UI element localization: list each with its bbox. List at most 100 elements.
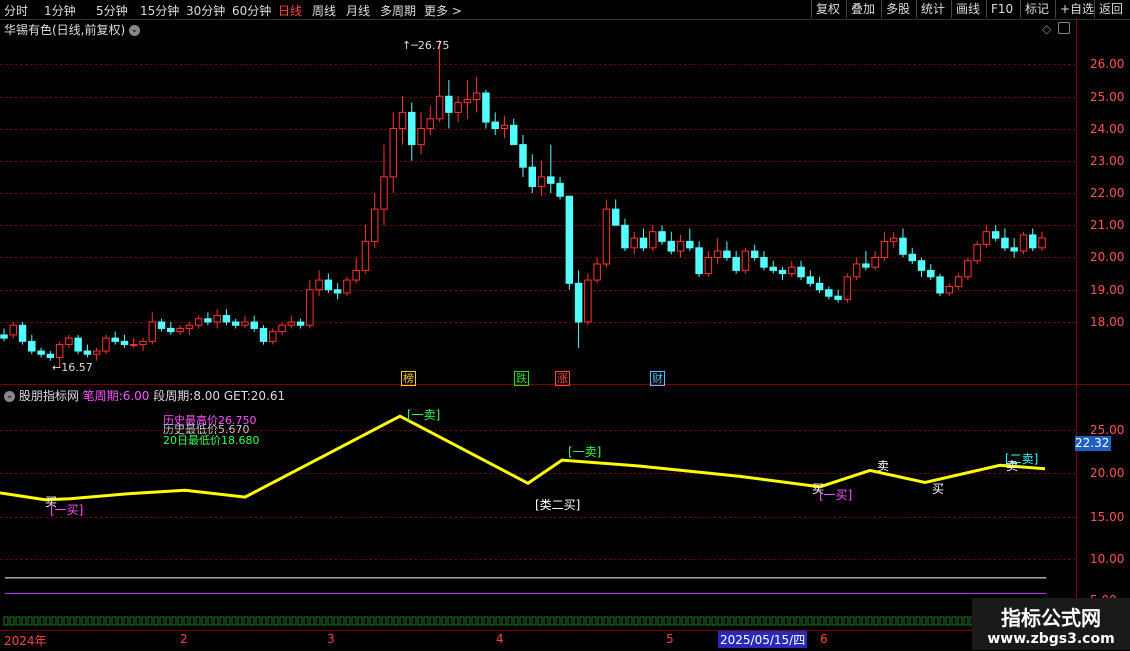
tick-bar xyxy=(453,616,459,626)
tick-bar xyxy=(273,616,279,626)
tick-bar xyxy=(213,616,219,626)
tick-bar xyxy=(447,616,453,626)
tick-bar xyxy=(579,616,585,626)
period-tab-15min[interactable]: 15分钟 xyxy=(140,2,179,19)
tick-bar xyxy=(675,616,681,626)
news-tag-finance[interactable]: 财 xyxy=(650,371,665,386)
date-axis-label: 6 xyxy=(820,632,828,646)
candle xyxy=(741,247,750,274)
candle xyxy=(658,225,666,245)
candle xyxy=(927,263,935,281)
multi-stock-button[interactable]: 多股 xyxy=(881,0,914,18)
candlestick-chart[interactable] xyxy=(0,20,1076,384)
period-tab-intraday[interactable]: 分时 xyxy=(4,2,28,19)
period-tab-daily[interactable]: 日线 xyxy=(278,2,302,19)
period-tab-weekly[interactable]: 周线 xyxy=(312,2,336,19)
low-price-marker: ←16.57 xyxy=(52,361,93,374)
candle xyxy=(750,244,759,261)
tick-bar xyxy=(363,616,369,626)
adjust-button[interactable]: 复权 xyxy=(811,0,844,18)
candle xyxy=(296,318,305,329)
tick-bar xyxy=(909,616,915,626)
period-tab-more[interactable]: 更多 > xyxy=(424,2,462,19)
candle xyxy=(222,309,231,326)
candle xyxy=(306,280,314,329)
candle xyxy=(676,234,685,258)
tick-bar xyxy=(495,616,501,626)
candle xyxy=(398,96,407,145)
candle xyxy=(593,257,601,284)
back-button[interactable]: 返回 xyxy=(1094,0,1127,18)
tick-bar xyxy=(345,616,351,626)
candle xyxy=(37,347,45,358)
tick-bar xyxy=(519,616,525,626)
tick-bar xyxy=(51,616,57,626)
candle xyxy=(74,334,82,355)
high-price-marker: ↑─26.75 xyxy=(402,39,450,52)
price-axis-label: 26.00 xyxy=(1090,57,1125,71)
candle xyxy=(982,225,991,248)
tick-bar xyxy=(69,616,75,626)
news-tag-rank[interactable]: 榜 xyxy=(401,371,416,386)
tick-bar xyxy=(57,616,63,626)
candle xyxy=(834,289,842,303)
tick-bar xyxy=(153,616,159,626)
tick-bar xyxy=(183,616,189,626)
tick-bar xyxy=(687,616,693,626)
candle xyxy=(639,228,648,252)
candle xyxy=(1019,231,1028,255)
candle xyxy=(565,195,574,290)
tick-bar xyxy=(459,616,465,626)
candle xyxy=(315,270,323,297)
candle xyxy=(936,273,944,297)
tick-bar xyxy=(531,616,537,626)
mark-button[interactable]: 标记 xyxy=(1020,0,1053,18)
candle xyxy=(574,270,583,348)
tick-bar xyxy=(873,616,879,626)
tick-bar xyxy=(957,616,963,626)
candle xyxy=(760,251,768,271)
candle xyxy=(1028,228,1037,252)
candle xyxy=(9,322,18,339)
news-tag-up[interactable]: 涨 xyxy=(555,371,570,386)
period-tab-multi[interactable]: 多周期 xyxy=(380,2,416,19)
period-tab-1min[interactable]: 1分钟 xyxy=(44,2,76,19)
stats-button[interactable]: 统计 xyxy=(916,0,949,18)
tick-bar xyxy=(723,616,729,626)
tick-bar xyxy=(381,616,387,626)
tick-bar xyxy=(591,616,597,626)
period-tab-monthly[interactable]: 月线 xyxy=(346,2,370,19)
tick-bar xyxy=(177,616,183,626)
candle xyxy=(333,283,342,300)
f10-button[interactable]: F10 xyxy=(986,0,1017,18)
period-tab-30min[interactable]: 30分钟 xyxy=(186,2,225,19)
tick-bar xyxy=(429,616,435,626)
tick-bar xyxy=(639,616,645,626)
price-axis-label: 24.00 xyxy=(1090,122,1125,136)
news-tag-down[interactable]: 跌 xyxy=(514,371,529,386)
tick-bar xyxy=(159,616,165,626)
tick-bar xyxy=(129,616,135,626)
period-tab-60min[interactable]: 60分钟 xyxy=(232,2,271,19)
draw-button[interactable]: 画线 xyxy=(951,0,984,18)
signal-first-sell: [一卖] xyxy=(568,445,602,459)
candle xyxy=(954,273,963,290)
candle xyxy=(880,231,889,261)
candle xyxy=(231,318,240,329)
candle xyxy=(1038,231,1046,252)
tick-bar xyxy=(849,616,855,626)
tick-bar xyxy=(699,616,705,626)
overlay-button[interactable]: 叠加 xyxy=(846,0,879,18)
low-price-label: 16.57 xyxy=(61,361,93,374)
tick-bar xyxy=(597,616,603,626)
tick-bar xyxy=(771,616,777,626)
candle xyxy=(46,351,55,361)
tick-bar xyxy=(255,616,261,626)
tick-bar xyxy=(501,616,507,626)
period-tab-5min[interactable]: 5分钟 xyxy=(96,2,128,19)
add-watchlist-button[interactable]: +自选 xyxy=(1055,0,1098,18)
candle xyxy=(871,251,879,271)
tick-bar xyxy=(225,616,231,626)
candle xyxy=(157,318,166,332)
tick-bar xyxy=(417,616,423,626)
